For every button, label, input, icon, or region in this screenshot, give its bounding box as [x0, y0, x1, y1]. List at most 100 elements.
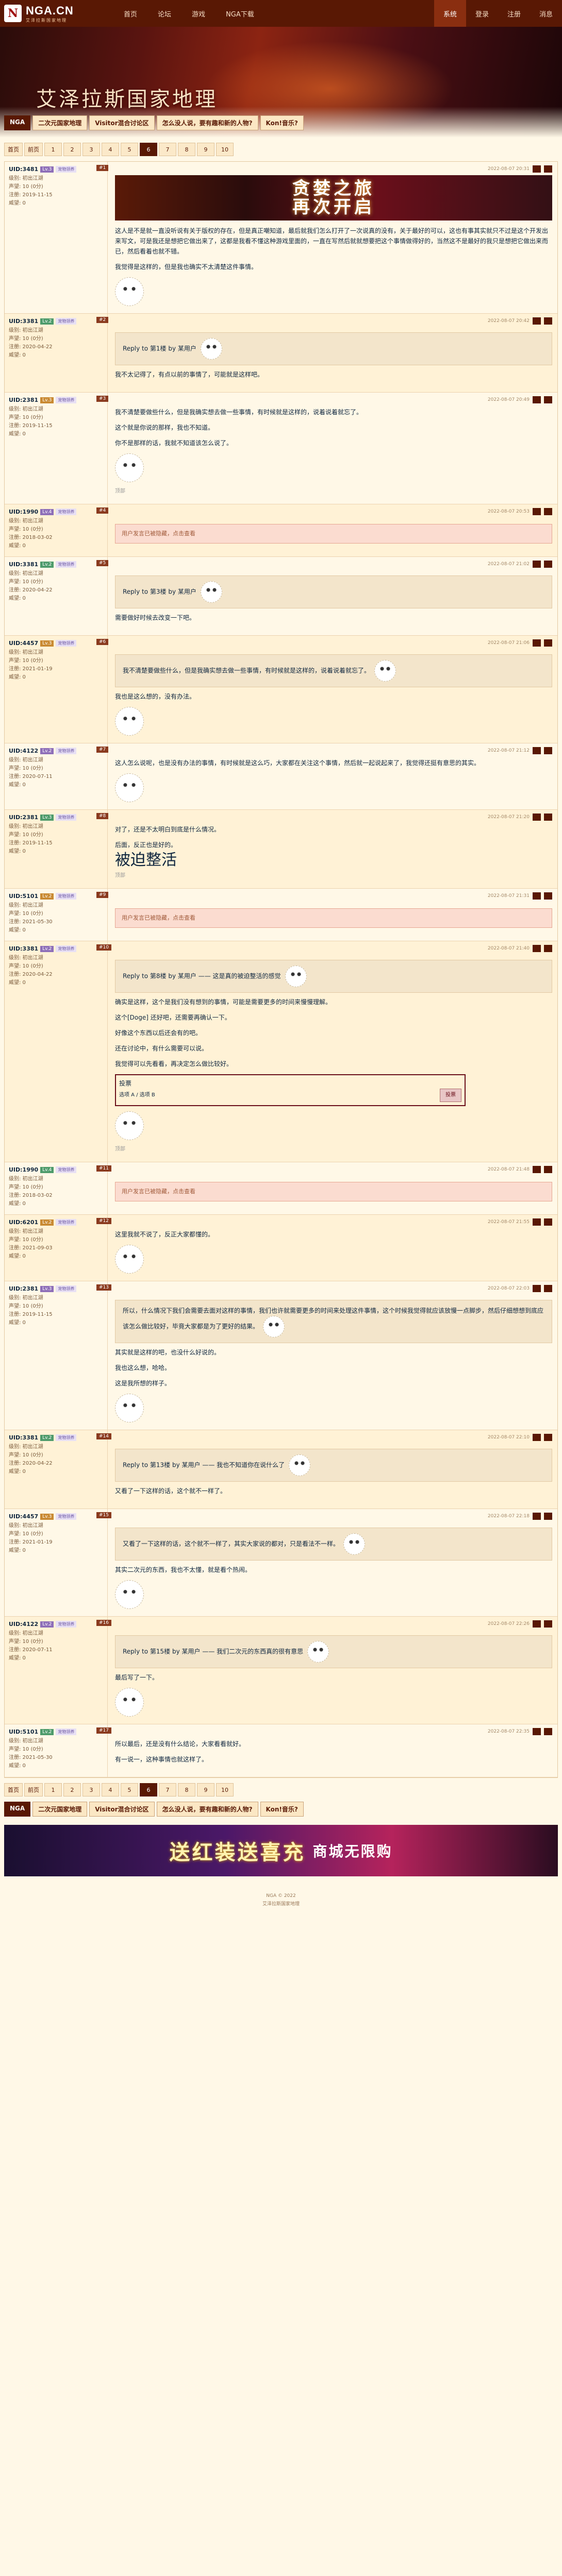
hidden-post-notice[interactable]: 用户发言已被隐藏，点击查看 [115, 1182, 552, 1201]
nav-item-messages[interactable]: 消息 [530, 0, 562, 27]
pager-link[interactable]: 6 [140, 1783, 157, 1797]
board-tab-home[interactable]: NGA [4, 115, 31, 130]
more-icon[interactable] [544, 165, 552, 173]
more-icon[interactable] [544, 814, 552, 821]
author-uid[interactable]: UID:4122 [9, 1621, 38, 1628]
more-icon[interactable] [544, 945, 552, 952]
pager-link[interactable]: 7 [159, 143, 176, 156]
reply-icon[interactable] [533, 892, 541, 900]
pager-link[interactable]: 8 [178, 1783, 195, 1797]
reply-icon[interactable] [533, 1285, 541, 1292]
nav-item-system[interactable]: 系统 [434, 0, 466, 27]
more-icon[interactable] [544, 1166, 552, 1173]
more-icon[interactable] [544, 1285, 552, 1292]
author-uid[interactable]: UID:4122 [9, 748, 38, 754]
pager-link[interactable]: 4 [102, 143, 119, 156]
more-icon[interactable] [544, 747, 552, 754]
pager-link[interactable]: 10 [216, 143, 234, 156]
vote-button[interactable]: 投票 [440, 1089, 461, 1102]
reply-icon[interactable] [533, 747, 541, 754]
pager-link[interactable]: 前页 [24, 143, 43, 156]
more-icon[interactable] [544, 1620, 552, 1628]
pager-link[interactable]: 3 [82, 143, 100, 156]
pager-link[interactable]: 10 [216, 1783, 234, 1797]
site-logo[interactable]: N NGA.CN 艾泽拉斯国家地理 [0, 0, 77, 27]
author-uid[interactable]: UID:2381 [9, 1285, 38, 1292]
reply-icon[interactable] [533, 1166, 541, 1173]
hidden-post-notice[interactable]: 用户发言已被隐藏，点击查看 [115, 908, 552, 928]
reply-icon[interactable] [533, 1434, 541, 1441]
bottom-board-tab-music[interactable]: Kon!音乐? [260, 1802, 304, 1817]
pager-link[interactable]: 9 [197, 1783, 214, 1797]
post-footer-label[interactable]: 顶部 [115, 1144, 552, 1155]
post-footer-label[interactable]: 顶部 [115, 486, 552, 497]
reply-icon[interactable] [533, 945, 541, 952]
pager-link[interactable]: 3 [82, 1783, 100, 1797]
reply-icon[interactable] [533, 561, 541, 568]
bottom-board-tab-visitor[interactable]: Visitor混合讨论区 [89, 1802, 155, 1817]
author-uid[interactable]: UID:4457 [9, 1513, 38, 1520]
author-uid[interactable]: UID:1990 [9, 509, 38, 515]
author-uid[interactable]: UID:6201 [9, 1219, 38, 1226]
hidden-post-notice[interactable]: 用户发言已被隐藏，点击查看 [115, 524, 552, 544]
reply-icon[interactable] [533, 639, 541, 647]
nav-item-register[interactable]: 注册 [498, 0, 530, 27]
author-uid[interactable]: UID:2381 [9, 814, 38, 821]
reply-icon[interactable] [533, 1513, 541, 1520]
bottom-ad-banner[interactable]: 送红装送喜充 商城无限购 [4, 1825, 558, 1876]
more-icon[interactable] [544, 892, 552, 900]
ad-banner[interactable]: 贪婪之旅 再次开启 [115, 175, 552, 221]
more-icon[interactable] [544, 317, 552, 325]
nav-item-login[interactable]: 登录 [466, 0, 498, 27]
post-footer-label[interactable]: 顶部 [115, 871, 552, 881]
author-uid[interactable]: UID:3481 [9, 166, 38, 173]
reply-icon[interactable] [533, 1620, 541, 1628]
author-uid[interactable]: UID:3381 [9, 561, 38, 568]
pager-link[interactable]: 5 [121, 1783, 138, 1797]
pager-link[interactable]: 9 [197, 143, 214, 156]
reply-icon[interactable] [533, 1218, 541, 1226]
more-icon[interactable] [544, 1728, 552, 1735]
pager-link[interactable]: 2 [63, 143, 81, 156]
pager-link[interactable]: 2 [63, 1783, 81, 1797]
nav-item-home[interactable]: 首页 [113, 0, 147, 27]
reply-icon[interactable] [533, 396, 541, 403]
nav-item-forum[interactable]: 论坛 [147, 0, 181, 27]
bottom-board-tab-topic[interactable]: 怎么没人说，要有趣和新的人物? [156, 1802, 258, 1817]
more-icon[interactable] [544, 561, 552, 568]
pager-link[interactable]: 前页 [24, 1783, 43, 1797]
more-icon[interactable] [544, 639, 552, 647]
more-icon[interactable] [544, 1513, 552, 1520]
pager-link[interactable]: 4 [102, 1783, 119, 1797]
bottom-board-tab-acg[interactable]: 二次元国家地理 [32, 1802, 88, 1817]
author-uid[interactable]: UID:4457 [9, 640, 38, 647]
pager-link[interactable]: 6 [140, 143, 157, 156]
author-uid[interactable]: UID:1990 [9, 1166, 38, 1173]
author-uid[interactable]: UID:3381 [9, 318, 38, 325]
reply-icon[interactable] [533, 508, 541, 515]
author-uid[interactable]: UID:5101 [9, 1728, 38, 1735]
pager-link[interactable]: 1 [44, 143, 62, 156]
nav-item-games[interactable]: 游戏 [181, 0, 216, 27]
board-tab-acg[interactable]: 二次元国家地理 [32, 115, 88, 130]
bottom-board-tab-home[interactable]: NGA [4, 1802, 31, 1817]
pager-link[interactable]: 7 [159, 1783, 176, 1797]
more-icon[interactable] [544, 508, 552, 515]
pager-link[interactable]: 首页 [4, 1783, 23, 1797]
pager-link[interactable]: 5 [121, 143, 138, 156]
board-tab-music[interactable]: Kon!音乐? [260, 115, 304, 130]
board-tab-visitor[interactable]: Visitor混合讨论区 [89, 115, 155, 130]
more-icon[interactable] [544, 1434, 552, 1441]
pager-link[interactable]: 1 [44, 1783, 62, 1797]
nav-item-download[interactable]: NGA下载 [216, 0, 265, 27]
author-uid[interactable]: UID:5101 [9, 893, 38, 900]
reply-icon[interactable] [533, 165, 541, 173]
reply-icon[interactable] [533, 317, 541, 325]
author-uid[interactable]: UID:2381 [9, 397, 38, 403]
reply-icon[interactable] [533, 1728, 541, 1735]
more-icon[interactable] [544, 1218, 552, 1226]
board-tab-topic[interactable]: 怎么没人说，要有趣和新的人物? [156, 115, 258, 130]
reply-icon[interactable] [533, 814, 541, 821]
more-icon[interactable] [544, 396, 552, 403]
pager-link[interactable]: 8 [178, 143, 195, 156]
